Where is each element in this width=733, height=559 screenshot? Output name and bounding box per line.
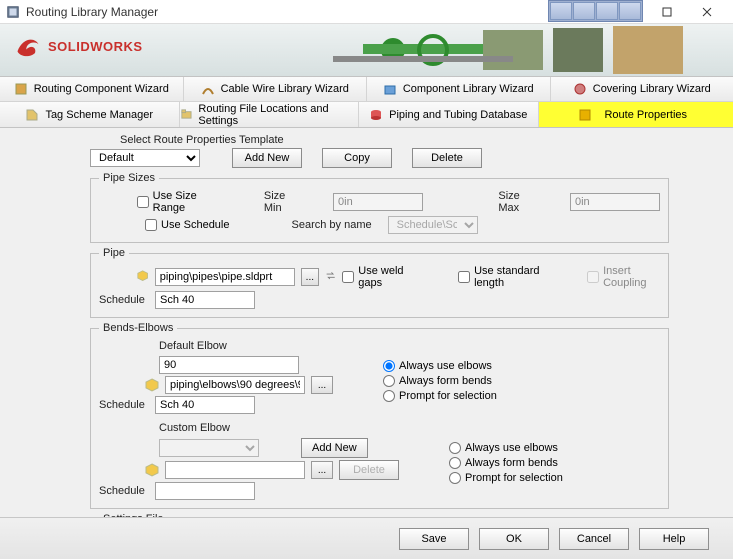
pipe-browse-button[interactable]: ... — [301, 268, 319, 286]
elbow-browse-button[interactable]: ... — [311, 376, 333, 394]
tab-covering-library-wizard[interactable]: Covering Library Wizard — [551, 77, 733, 101]
default-elbow-options: Always use elbows Always form bends Prom… — [383, 360, 497, 416]
part-icon — [137, 270, 148, 284]
header-banner: SOLIDWORKS — [0, 24, 733, 76]
copy-template-button[interactable]: Copy — [322, 148, 392, 168]
custom-elbow-options: Always use elbows Always form bends Prom… — [449, 442, 563, 502]
maximize-button[interactable] — [647, 0, 687, 24]
part-icon — [145, 378, 159, 392]
tab-routing-component-wizard[interactable]: Routing Component Wizard — [0, 77, 184, 101]
opt-always-use-elbows[interactable]: Always use elbows — [383, 360, 497, 372]
bends-elbows-group: Bends-Elbows Default Elbow ... Schedule … — [90, 322, 669, 509]
custom-add-new-button[interactable]: Add New — [301, 438, 368, 458]
default-angle-input[interactable] — [159, 356, 299, 374]
custom-browse-button[interactable]: ... — [311, 461, 333, 479]
tab-piping-tubing-database[interactable]: Piping and Tubing Database — [359, 102, 539, 127]
help-button[interactable]: Help — [639, 528, 709, 550]
use-size-range-checkbox[interactable]: Use Size Range — [137, 190, 213, 214]
qat-btn-4[interactable] — [619, 2, 641, 20]
custom-elbow-label: Custom Elbow — [159, 422, 230, 434]
pipe-sizes-group: Pipe Sizes Use Size Range Size Min Size … — [90, 172, 669, 243]
titlebar: Routing Library Manager — [0, 0, 733, 24]
template-select[interactable]: Default — [90, 149, 200, 167]
custom-elbow-select[interactable] — [159, 439, 259, 457]
qat-btn-1[interactable] — [550, 2, 572, 20]
pipe-legend: Pipe — [99, 247, 129, 259]
quick-access-toolbar — [548, 0, 643, 22]
add-new-template-button[interactable]: Add New — [232, 148, 302, 168]
cancel-button[interactable]: Cancel — [559, 528, 629, 550]
insert-coupling-checkbox[interactable]: Insert Coupling — [587, 265, 660, 289]
opt-always-form-bends[interactable]: Always form bends — [383, 375, 497, 387]
close-button[interactable] — [687, 0, 727, 24]
size-max-input[interactable] — [570, 193, 660, 211]
template-section-label: Select Route Properties Template — [120, 134, 284, 146]
size-min-label: Size Min — [264, 190, 297, 214]
qat-btn-3[interactable] — [596, 2, 618, 20]
use-weld-gaps-checkbox[interactable]: Use weld gaps — [342, 265, 413, 289]
pipe-schedule-input[interactable] — [155, 291, 255, 309]
tab-strip: Routing Component Wizard Cable Wire Libr… — [0, 76, 733, 128]
tab-route-properties[interactable]: Route Properties — [539, 102, 733, 127]
ok-button[interactable]: OK — [479, 528, 549, 550]
pipe-schedule-label: Schedule — [99, 294, 149, 306]
opt-prompt-selection[interactable]: Prompt for selection — [383, 390, 497, 402]
brand-name: SOLIDWORKS — [48, 39, 143, 54]
default-elbow-label: Default Elbow — [159, 340, 227, 352]
banner-illustration — [333, 26, 693, 74]
search-by-name-label: Search by name — [292, 219, 372, 231]
size-min-input[interactable] — [333, 193, 423, 211]
app-icon — [6, 5, 20, 19]
route-properties-panel: Select Route Properties Template Default… — [0, 128, 733, 519]
opt2-prompt-selection[interactable]: Prompt for selection — [449, 472, 563, 484]
pipe-sizes-legend: Pipe Sizes — [99, 172, 159, 184]
bends-legend: Bends-Elbows — [99, 322, 177, 334]
tab-routing-file-locations[interactable]: Routing File Locations and Settings — [180, 102, 360, 127]
custom-schedule-label: Schedule — [99, 485, 149, 497]
delete-template-button[interactable]: Delete — [412, 148, 482, 168]
elbow-path-input[interactable] — [165, 376, 305, 394]
part-icon — [145, 463, 159, 477]
tab-component-library-wizard[interactable]: Component Library Wizard — [367, 77, 551, 101]
opt2-always-form-bends[interactable]: Always form bends — [449, 457, 563, 469]
pipe-group: Pipe ... Use weld gaps Use standard leng… — [90, 247, 669, 318]
swap-icon[interactable] — [325, 270, 336, 284]
window-title: Routing Library Manager — [26, 5, 607, 19]
custom-delete-button[interactable]: Delete — [339, 460, 399, 480]
brand-logo: SOLIDWORKS — [14, 32, 143, 60]
tab-cable-wire-library-wizard[interactable]: Cable Wire Library Wizard — [184, 77, 368, 101]
dialog-footer: Save OK Cancel Help — [0, 517, 733, 559]
use-standard-length-checkbox[interactable]: Use standard length — [458, 265, 551, 289]
use-schedule-checkbox[interactable]: Use Schedule — [145, 219, 230, 231]
bends-schedule-input[interactable] — [155, 396, 255, 414]
qat-btn-2[interactable] — [573, 2, 595, 20]
custom-schedule-input[interactable] — [155, 482, 255, 500]
size-max-label: Size Max — [498, 190, 534, 214]
tab-tag-scheme-manager[interactable]: Tag Scheme Manager — [0, 102, 180, 127]
search-by-name-select[interactable]: Schedule\Sch — [388, 216, 478, 234]
pipe-path-input[interactable] — [155, 268, 295, 286]
custom-elbow-path-input[interactable] — [165, 461, 305, 479]
bends-schedule-label: Schedule — [99, 399, 149, 411]
opt2-always-use-elbows[interactable]: Always use elbows — [449, 442, 563, 454]
save-button[interactable]: Save — [399, 528, 469, 550]
